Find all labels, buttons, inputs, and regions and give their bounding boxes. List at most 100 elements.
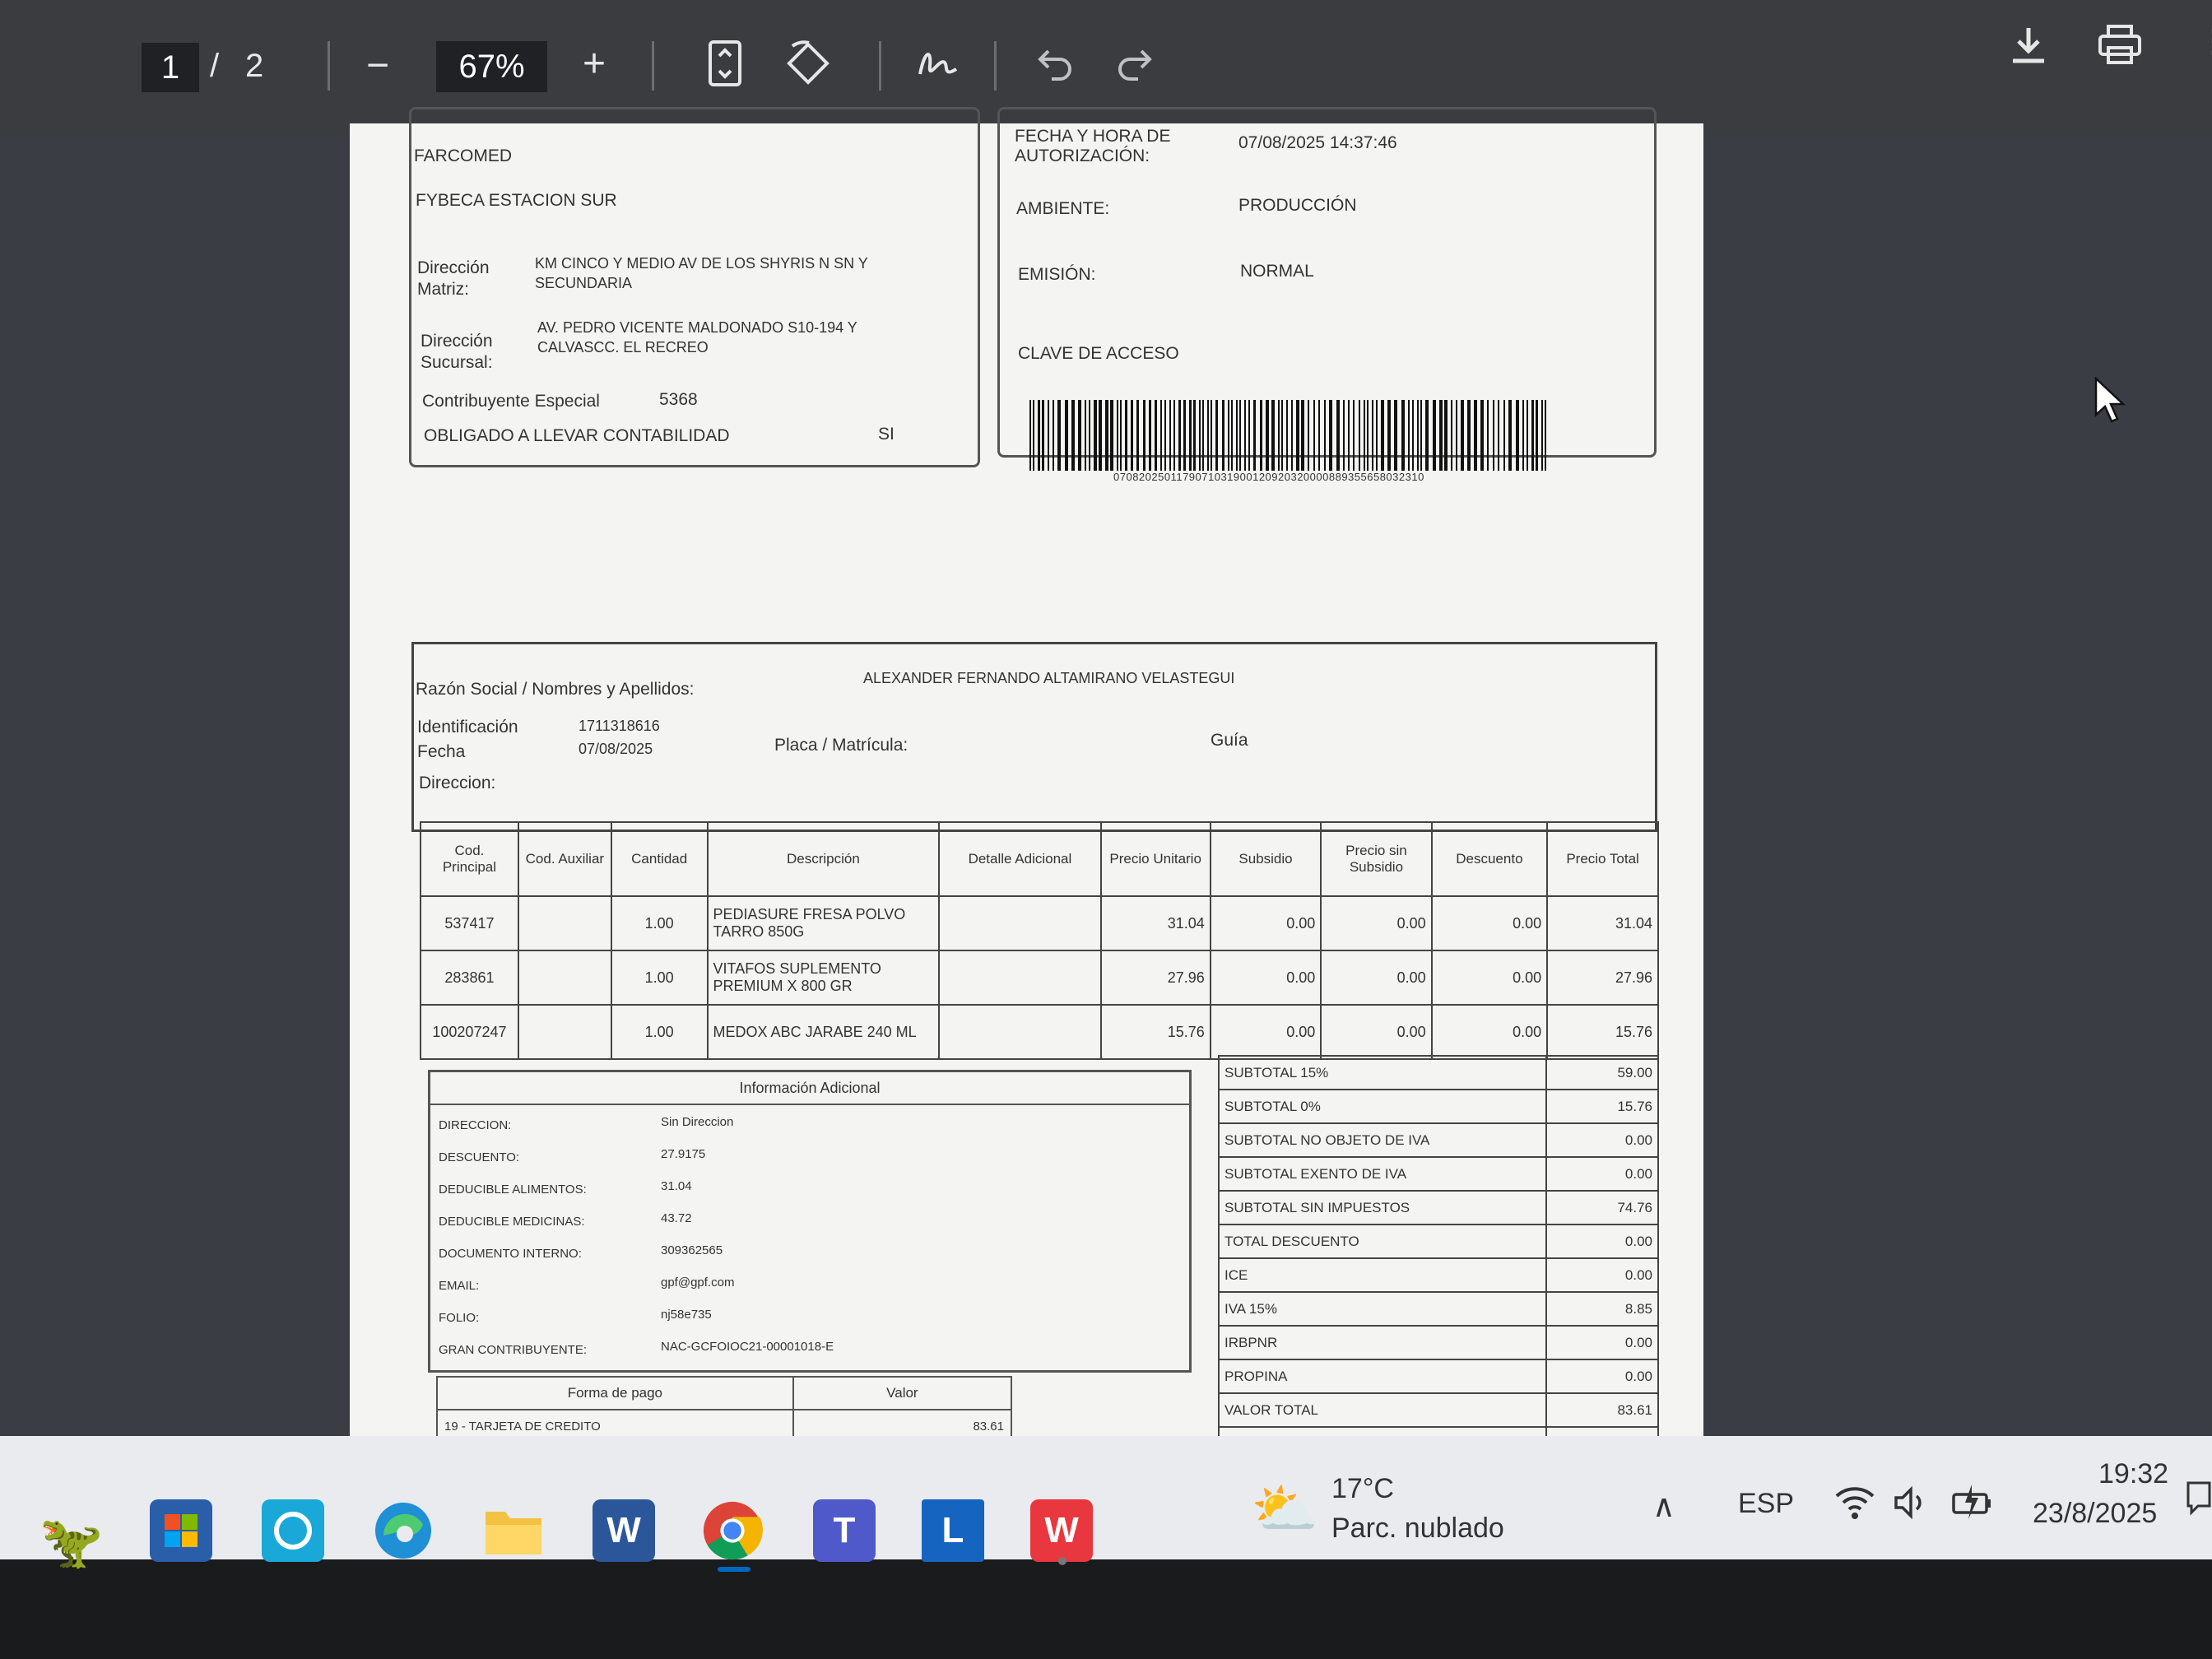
- word-app-icon[interactable]: W: [592, 1499, 655, 1562]
- info-value: 31.04: [661, 1179, 692, 1193]
- teams-app-label: T: [833, 1510, 856, 1550]
- total-label: SUBTOTAL 0%: [1217, 1089, 1548, 1124]
- barcode-bar: [1545, 400, 1546, 471]
- zoom-out-button[interactable]: −: [366, 46, 389, 86]
- wps-office-icon[interactable]: W: [1030, 1499, 1093, 1562]
- cortana-app-icon[interactable]: [262, 1499, 324, 1562]
- zoom-in-button[interactable]: +: [583, 44, 606, 84]
- barcode-bar: [1508, 400, 1512, 471]
- info-value: gpf@gpf.com: [661, 1276, 735, 1290]
- barcode-bar: [1260, 400, 1262, 471]
- store-app-icon[interactable]: [150, 1499, 212, 1562]
- obligado-label: OBLIGADO A LLEVAR CONTABILIDAD: [424, 426, 730, 445]
- toolbar-divider: [879, 41, 881, 91]
- desk-surface: [0, 1559, 2212, 1659]
- barcode-bar: [1048, 400, 1049, 471]
- redo-icon[interactable]: [1115, 44, 1155, 88]
- fecha-auth-label-2: AUTORIZACIÓN:: [1015, 146, 1150, 165]
- total-label: SUBTOTAL NO OBJETO DE IVA: [1217, 1122, 1548, 1158]
- total-label: SUBTOTAL 15%: [1217, 1055, 1548, 1090]
- battery-charging-icon[interactable]: [1950, 1481, 1995, 1527]
- draw-icon[interactable]: [915, 41, 961, 95]
- total-row: SUBTOTAL 0% 15.76: [1217, 1089, 1659, 1124]
- barcode-bar: [1271, 400, 1275, 471]
- total-value: 8.85: [1545, 1291, 1659, 1327]
- barcode-bar: [1372, 400, 1373, 471]
- item-cell: 0.00: [1430, 1004, 1549, 1060]
- barcode-bar: [1313, 400, 1315, 471]
- weather-icon[interactable]: ⛅: [1251, 1477, 1318, 1541]
- barcode-bar: [1394, 400, 1397, 471]
- items-column-header: Descuento: [1430, 821, 1549, 897]
- notification-icon[interactable]: [2185, 1478, 2212, 1520]
- fit-page-icon[interactable]: [708, 40, 742, 95]
- info-value: NAC-GCFOIOC21-00001018-E: [661, 1340, 834, 1354]
- barcode-bar: [1420, 400, 1422, 471]
- barcode-bar: [1527, 400, 1528, 471]
- info-value: nj58e735: [661, 1308, 712, 1322]
- item-cell: [517, 950, 612, 1006]
- items-column-header: Precio sin Subsidio: [1320, 821, 1433, 897]
- more-options-icon[interactable]: ⋮: [2197, 25, 2212, 58]
- rotate-icon[interactable]: [784, 40, 832, 95]
- weather-description[interactable]: Parc. nublado: [1331, 1513, 1504, 1545]
- items-column-header: Subsidio: [1209, 821, 1322, 897]
- language-indicator[interactable]: ESP: [1738, 1488, 1794, 1520]
- dir-sucursal-label: Dirección Sucursal:: [421, 332, 493, 372]
- dinosaur-app-icon[interactable]: 🦖: [40, 1513, 103, 1573]
- edge-browser-icon[interactable]: [372, 1499, 434, 1562]
- barcode-bar: [1057, 400, 1061, 471]
- total-label: VALOR TOTAL: [1217, 1392, 1548, 1428]
- barcode-bar: [1033, 400, 1034, 471]
- barcode-bar: [1461, 400, 1464, 471]
- total-value: 15.76: [1545, 1089, 1659, 1124]
- total-label: PROPINA: [1217, 1359, 1548, 1394]
- clock-date[interactable]: 23/8/2025: [2033, 1498, 2157, 1530]
- barcode-bar: [1381, 400, 1384, 471]
- item-cell: 0.00: [1209, 950, 1322, 1006]
- barcode-bar: [1324, 400, 1326, 471]
- undo-icon[interactable]: [1035, 44, 1075, 88]
- barcode-bar: [1042, 400, 1044, 471]
- ambiente-value: PRODUCCIÓN: [1238, 196, 1357, 215]
- volume-icon[interactable]: [1893, 1485, 1929, 1525]
- items-header-row: Cod. Principal Cod. Auxiliar Cantidad Descr…: [420, 821, 1659, 897]
- total-row: PROPINA 0.00: [1217, 1359, 1659, 1394]
- item-cell: [938, 895, 1102, 951]
- show-hidden-icons-chevron-icon[interactable]: ∧: [1652, 1488, 1675, 1525]
- clock-time[interactable]: 19:32: [2098, 1458, 2168, 1490]
- fecha-auth-value: 07/08/2025 14:37:46: [1238, 133, 1397, 152]
- barcode-bar: [1202, 400, 1204, 471]
- barcode-bar: [1474, 400, 1477, 471]
- barcode-bar: [1531, 400, 1534, 471]
- page-number-input[interactable]: 1: [142, 43, 199, 92]
- total-label: IRBPNR: [1217, 1325, 1548, 1360]
- barcode-bar: [1236, 400, 1238, 471]
- barcode-bar: [1487, 400, 1489, 471]
- info-label: DEDUCIBLE ALIMENTOS:: [439, 1183, 587, 1197]
- weather-temperature[interactable]: 17°C: [1331, 1473, 1394, 1505]
- barcode-bar: [1248, 400, 1250, 471]
- l-app-icon[interactable]: L: [922, 1499, 984, 1562]
- guia-label: Guía: [1211, 731, 1248, 750]
- wifi-icon[interactable]: [1833, 1485, 1876, 1525]
- teams-app-icon[interactable]: T: [813, 1499, 876, 1562]
- print-icon[interactable]: [2097, 23, 2143, 73]
- info-label: DESCUENTO:: [439, 1150, 520, 1164]
- info-value: 43.72: [661, 1211, 692, 1225]
- info-label: FOLIO:: [439, 1311, 480, 1325]
- barcode-bar: [1105, 400, 1108, 471]
- barcode-bar: [1178, 400, 1181, 471]
- chrome-browser-icon[interactable]: [701, 1499, 764, 1562]
- download-icon[interactable]: [2008, 25, 2049, 73]
- zoom-value: 67%: [458, 48, 525, 85]
- barcode-bar: [1278, 400, 1280, 471]
- placa-label: Placa / Matrícula:: [774, 736, 908, 755]
- barcode-bar: [1536, 400, 1538, 471]
- total-row: VALOR TOTAL 83.61: [1217, 1392, 1659, 1428]
- total-value: 83.61: [1545, 1392, 1659, 1428]
- barcode-bar: [1359, 400, 1360, 471]
- zoom-level[interactable]: 67%: [436, 41, 547, 92]
- file-explorer-icon[interactable]: [482, 1499, 545, 1562]
- barcode-bar: [1444, 400, 1448, 471]
